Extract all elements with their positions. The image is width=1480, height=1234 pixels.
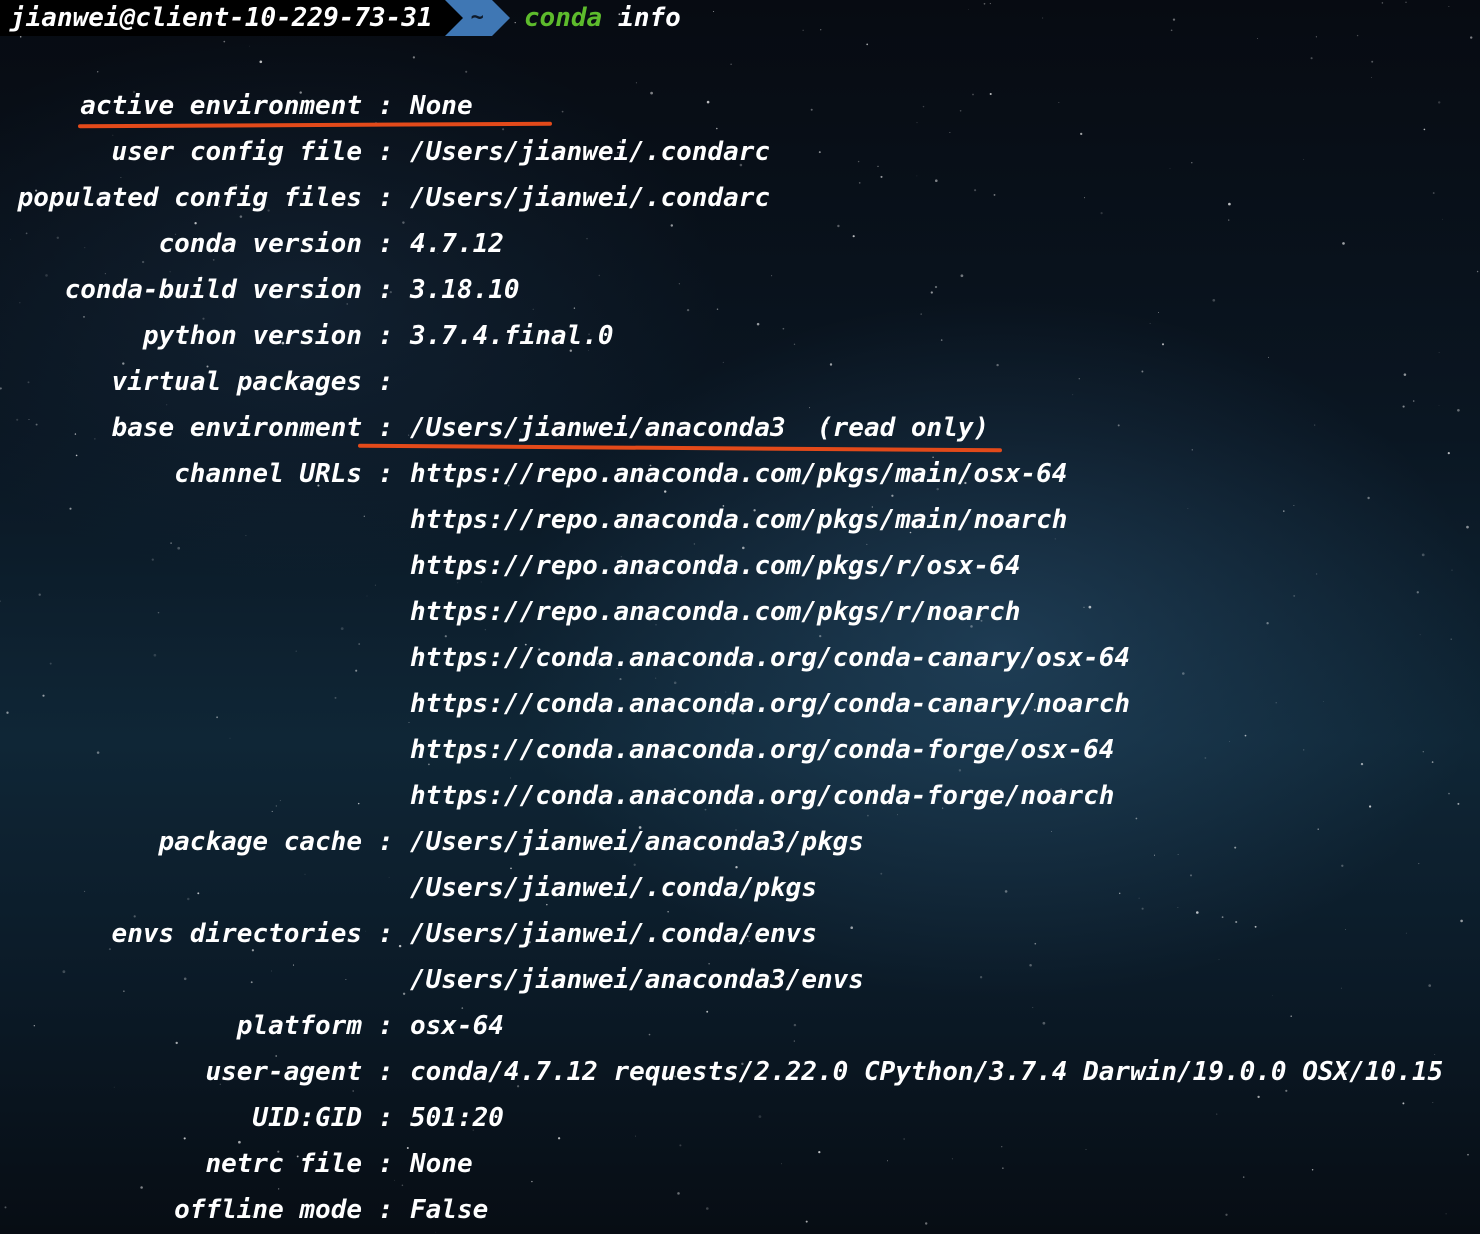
info-key: channel URLs <box>174 459 362 489</box>
info-row: /Users/jianwei/.conda/pkgs <box>0 865 1480 911</box>
info-value: /Users/jianwei/.condarc <box>410 137 771 167</box>
info-row: /Users/jianwei/anaconda3/envs <box>0 957 1480 1003</box>
info-row: conda-build version:3.18.10 <box>0 267 1480 313</box>
info-row: netrc file: None <box>0 1141 1480 1187</box>
info-value: https://repo.anaconda.com/pkgs/r/noarch <box>410 597 1021 627</box>
prompt-command: conda info <box>524 0 681 36</box>
info-separator: : <box>378 1103 394 1133</box>
info-value: https://repo.anaconda.com/pkgs/main/osx-… <box>410 459 1068 489</box>
info-key: virtual packages <box>111 367 362 397</box>
info-row: platform: osx-64 <box>0 1003 1480 1049</box>
info-separator: : <box>378 137 394 167</box>
info-separator: : <box>378 459 394 489</box>
prompt-user-host: jianwei@client-10-229-73-31 <box>0 0 445 36</box>
info-row: https://conda.anaconda.org/conda-forge/o… <box>0 727 1480 773</box>
info-value: 501:20 <box>410 1103 504 1133</box>
info-row: python version:3.7.4.final.0 <box>0 313 1480 359</box>
info-row: https://repo.anaconda.com/pkgs/main/noar… <box>0 497 1480 543</box>
info-key: platform <box>236 1011 362 1041</box>
info-value: 3.18.10 <box>410 275 520 305</box>
prompt-separator-arrow <box>491 0 510 36</box>
info-row: populated config files: /Users/jianwei/.c… <box>0 175 1480 221</box>
info-separator: : <box>378 1195 394 1225</box>
info-row: https://conda.anaconda.org/conda-canary/… <box>0 635 1480 681</box>
info-key: user config file <box>111 137 362 167</box>
info-value: 4.7.12 <box>410 229 504 259</box>
info-value: osx-64 <box>410 1011 504 1041</box>
info-key: conda version <box>158 229 363 259</box>
info-separator: : <box>378 919 394 949</box>
info-value: https://conda.anaconda.org/conda-canary/… <box>410 643 1131 673</box>
info-key: UID:GID <box>252 1103 362 1133</box>
info-value: /Users/jianwei/.condarc <box>410 183 771 213</box>
info-separator: : <box>378 275 394 305</box>
info-row: UID:GID:501:20 <box>0 1095 1480 1141</box>
info-row: active environment: None <box>0 83 1480 129</box>
info-row: user config file: /Users/jianwei/.condarc <box>0 129 1480 175</box>
shell-prompt: jianwei@client-10-229-73-31 ~ conda info <box>0 0 681 36</box>
info-value: conda/4.7.12 requests/2.22.0 CPython/3.7… <box>410 1057 1444 1087</box>
command-name: conda <box>523 3 603 33</box>
info-value: /Users/jianwei/anaconda3/pkgs <box>410 827 864 857</box>
info-value: /Users/jianwei/anaconda3/envs <box>410 965 864 995</box>
info-value: None <box>410 1149 473 1179</box>
info-row: https://repo.anaconda.com/pkgs/r/noarch <box>0 589 1480 635</box>
info-separator: : <box>378 321 394 351</box>
info-value: https://conda.anaconda.org/conda-forge/n… <box>410 781 1115 811</box>
info-row: https://repo.anaconda.com/pkgs/r/osx-64 <box>0 543 1480 589</box>
info-key: conda-build version <box>64 275 362 305</box>
info-value: https://conda.anaconda.org/conda-canary/… <box>410 689 1131 719</box>
info-row: https://conda.anaconda.org/conda-canary/… <box>0 681 1480 727</box>
info-value: 3.7.4.final.0 <box>410 321 614 351</box>
info-row: channel URLs: https://repo.anaconda.com/p… <box>0 451 1480 497</box>
info-separator: : <box>378 1149 394 1179</box>
info-value: https://repo.anaconda.com/pkgs/r/osx-64 <box>410 551 1021 581</box>
info-value: https://repo.anaconda.com/pkgs/main/noar… <box>410 505 1068 535</box>
info-separator: : <box>378 1057 394 1087</box>
info-key: netrc file <box>205 1149 362 1179</box>
info-row: offline mode: False <box>0 1187 1480 1233</box>
info-key: package cache <box>158 827 363 857</box>
info-key: user-agent <box>205 1057 362 1087</box>
command-argument: info <box>618 3 681 33</box>
info-separator: : <box>378 183 394 213</box>
info-row: conda version:4.7.12 <box>0 221 1480 267</box>
info-value: /Users/jianwei/.conda/envs <box>410 919 817 949</box>
info-row: https://conda.anaconda.org/conda-forge/n… <box>0 773 1480 819</box>
info-separator: : <box>378 1011 394 1041</box>
info-key: offline mode <box>174 1195 362 1225</box>
info-row: user-agent: conda/4.7.12 requests/2.22.0 … <box>0 1049 1480 1095</box>
info-value: /Users/jianwei/.conda/pkgs <box>410 873 817 903</box>
info-separator: : <box>378 367 394 397</box>
info-separator: : <box>378 827 394 857</box>
info-value: False <box>410 1195 489 1225</box>
info-row: package cache: /Users/jianwei/anaconda3/p… <box>0 819 1480 865</box>
info-row: base environment:/Users/jianwei/anaconda… <box>0 405 1480 451</box>
info-key: populated config files <box>17 183 362 213</box>
prompt-directory: ~ <box>462 0 492 36</box>
prompt-separator-arrow <box>444 0 463 36</box>
info-separator: : <box>378 229 394 259</box>
info-row: virtual packages: <box>0 359 1480 405</box>
info-key: base environment <box>111 413 362 443</box>
info-value: https://conda.anaconda.org/conda-forge/o… <box>410 735 1115 765</box>
info-row: envs directories: /Users/jianwei/.conda/e… <box>0 911 1480 957</box>
info-key: envs directories <box>111 919 362 949</box>
info-key: python version <box>142 321 362 351</box>
